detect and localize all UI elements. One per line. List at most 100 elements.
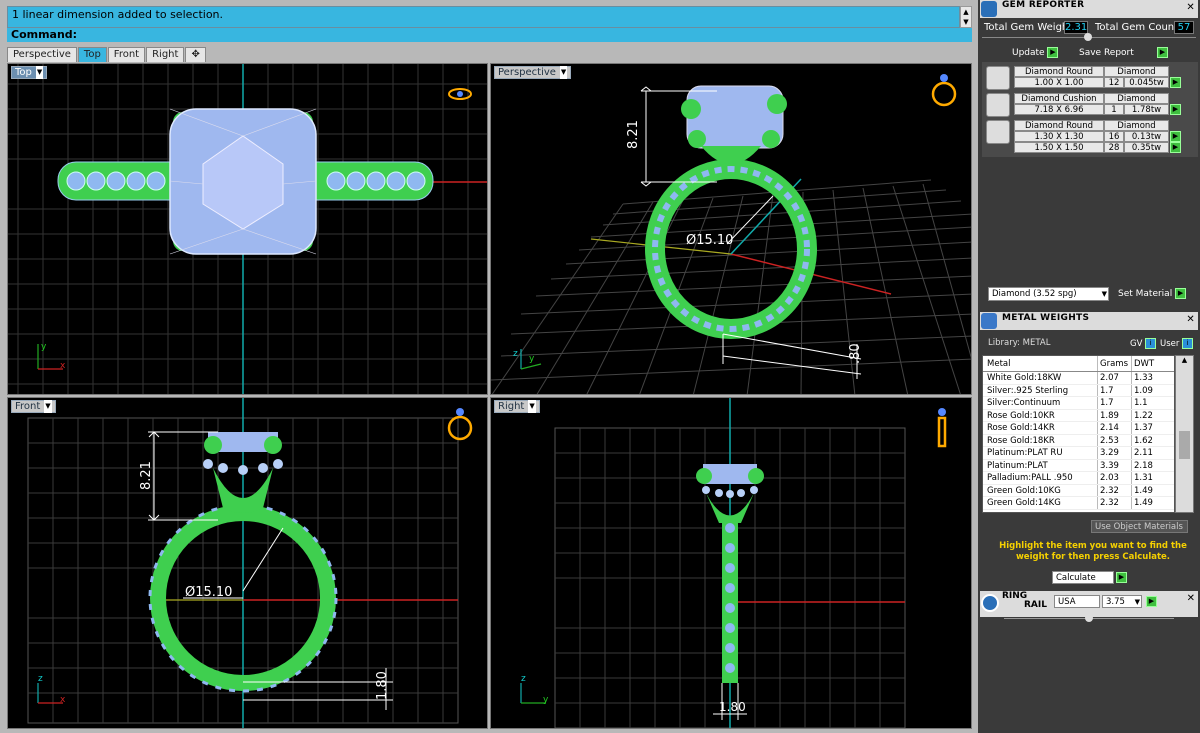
tab-right[interactable]: Right xyxy=(146,47,185,62)
gem-size[interactable]: 7.18 X 6.96 xyxy=(1014,104,1104,115)
close-icon[interactable]: ✕ xyxy=(1186,2,1195,13)
gem-cushion-thumb-icon[interactable] xyxy=(986,93,1010,117)
tab-top[interactable]: Top xyxy=(77,47,107,62)
chevron-down-icon[interactable]: ▼ xyxy=(559,66,568,79)
metal-table-scrollbar[interactable]: ▲ xyxy=(1175,355,1194,513)
slider-knob[interactable] xyxy=(1084,33,1092,41)
update-button[interactable]: Update ▶ xyxy=(1012,47,1059,60)
gem-size[interactable]: 1.00 X 1.00 xyxy=(1014,77,1104,88)
add-tab-icon[interactable]: ✥ xyxy=(185,47,206,62)
gem-round-thumb-icon[interactable] xyxy=(986,66,1010,90)
chevron-down-icon[interactable]: ▼ xyxy=(1102,288,1107,300)
viewport-top[interactable]: y x Top ▼ xyxy=(7,63,488,395)
select-arrow-icon[interactable]: ▶ xyxy=(1170,142,1181,153)
gem-count[interactable]: 12 xyxy=(1104,77,1124,88)
gv-toggle[interactable]: GV i xyxy=(1130,338,1157,349)
column-grams[interactable]: Grams xyxy=(1097,356,1131,371)
info-icon[interactable]: i xyxy=(1145,338,1157,349)
close-icon[interactable]: ✕ xyxy=(1187,593,1195,604)
table-row[interactable]: Rose Gold:18KR 2.53 1.62 xyxy=(983,434,1174,447)
table-row[interactable]: White Gold:18KW 2.07 1.33 xyxy=(983,372,1174,385)
viewport-right[interactable]: 1.80 z y Right ▼ xyxy=(490,397,972,729)
gem-round-thumb-icon[interactable] xyxy=(986,120,1010,144)
table-row[interactable]: Green Gold:14KG 2.32 1.49 xyxy=(983,497,1174,510)
gem-shape[interactable]: Diamond Cushion xyxy=(1014,93,1104,104)
table-row[interactable]: Silver:Continuum 1.7 1.1 xyxy=(983,397,1174,410)
gem-weight[interactable]: 0.13tw xyxy=(1124,131,1169,142)
play-icon[interactable]: ▶ xyxy=(1175,288,1187,299)
chevron-down-icon[interactable]: ▼ xyxy=(1135,596,1140,608)
command-line[interactable]: Command: xyxy=(7,28,972,42)
gem-icon xyxy=(981,1,997,17)
metal-name: Palladium:PALL .950 xyxy=(987,473,1073,483)
ring-size-select[interactable]: 3.75 ▼ xyxy=(1102,595,1142,608)
scroll-up-arrow-icon[interactable]: ▲ xyxy=(1176,356,1193,364)
use-object-materials-select[interactable]: Use Object Materials xyxy=(1091,520,1188,533)
gem-weight[interactable]: 0.045tw xyxy=(1124,77,1169,88)
scroll-thumb[interactable] xyxy=(1179,431,1190,459)
viewport-label-top[interactable]: Top ▼ xyxy=(11,66,48,79)
chevron-down-icon[interactable]: ▼ xyxy=(44,400,52,413)
material-select[interactable]: Diamond (3.52 spg) ▼ xyxy=(988,287,1109,301)
calculate-label: Calculate xyxy=(1056,573,1096,583)
table-row[interactable]: Rose Gold:10KR 1.89 1.22 xyxy=(983,409,1174,422)
select-arrow-icon[interactable]: ▶ xyxy=(1170,77,1181,88)
ring-rail-slider-knob[interactable] xyxy=(1085,614,1093,622)
gem-count[interactable]: 16 xyxy=(1104,131,1124,142)
history-scrollbar[interactable]: ▲ ▼ xyxy=(960,6,972,28)
metal-weights-table: Metal Grams DWT White Gold:18KW 2.07 1.33 … xyxy=(982,355,1175,513)
front-dim-band: 1.80 xyxy=(375,671,390,700)
close-icon[interactable]: ✕ xyxy=(1186,314,1195,325)
command-history[interactable]: 1 linear dimension added to selection. xyxy=(7,6,960,28)
chevron-down-icon[interactable]: ▼ xyxy=(528,400,536,413)
viewport-label-front[interactable]: Front ▼ xyxy=(11,400,56,413)
table-row[interactable]: Platinum:PLAT RU 3.29 2.11 xyxy=(983,447,1174,460)
gem-material[interactable]: Diamond xyxy=(1104,66,1169,77)
table-row[interactable]: Palladium:PALL .950 2.03 1.31 xyxy=(983,472,1174,485)
viewport-front[interactable]: 8.21 Ø15.10 1.80 z x Front ▼ xyxy=(7,397,488,729)
gem-size[interactable]: 1.50 X 1.50 xyxy=(1014,142,1104,153)
viewport-label-right[interactable]: Right ▼ xyxy=(494,400,540,413)
right-axis-z: z xyxy=(521,674,526,684)
user-toggle[interactable]: User i xyxy=(1160,338,1194,349)
play-icon[interactable]: ▶ xyxy=(1116,572,1127,583)
play-icon[interactable]: ▶ xyxy=(1157,47,1168,58)
save-report-go[interactable]: ▶ xyxy=(1157,47,1168,60)
gem-shape[interactable]: Diamond Round xyxy=(1014,66,1104,77)
table-row[interactable]: Rose Gold:14KR 2.14 1.37 xyxy=(983,422,1174,435)
metal-grams: 2.14 xyxy=(1097,422,1131,434)
scroll-down-arrow-icon[interactable]: ▼ xyxy=(961,17,971,27)
save-report-button[interactable]: Save Report xyxy=(1079,47,1134,60)
gem-material[interactable]: Diamond xyxy=(1104,93,1169,104)
gem-count[interactable]: 1 xyxy=(1104,104,1124,115)
chevron-down-icon[interactable]: ▼ xyxy=(35,66,44,79)
gem-material[interactable]: Diamond xyxy=(1104,120,1169,131)
table-row[interactable]: Silver:.925 Sterling 1.7 1.09 xyxy=(983,384,1174,397)
metal-dwt: 2.11 xyxy=(1131,447,1171,459)
tab-front[interactable]: Front xyxy=(107,47,146,62)
select-arrow-icon[interactable]: ▶ xyxy=(1170,131,1181,142)
perspective-view-canvas: 8.21 Ø15.10 .80 z y xyxy=(491,74,971,394)
gem-shape[interactable]: Diamond Round xyxy=(1014,120,1104,131)
viewport-perspective[interactable]: 8.21 Ø15.10 .80 z y Perspective ▼ xyxy=(490,63,972,395)
select-arrow-icon[interactable]: ▶ xyxy=(1170,104,1181,115)
metal-dwt: 1.33 xyxy=(1131,372,1171,384)
region-select[interactable]: USA xyxy=(1054,595,1100,608)
scroll-up-arrow-icon[interactable]: ▲ xyxy=(961,7,971,17)
calculate-button[interactable]: Calculate xyxy=(1052,571,1114,584)
column-dwt[interactable]: DWT xyxy=(1131,356,1171,371)
gem-weight[interactable]: 1.78tw xyxy=(1124,104,1169,115)
tab-perspective[interactable]: Perspective xyxy=(7,47,77,62)
play-icon[interactable]: ▶ xyxy=(1047,47,1059,58)
set-material-button[interactable]: Set Material ▶ xyxy=(1118,288,1187,301)
gem-size[interactable]: 1.30 X 1.30 xyxy=(1014,131,1104,142)
column-metal[interactable]: Metal xyxy=(983,356,1097,371)
info-icon[interactable]: i xyxy=(1182,338,1194,349)
gem-count[interactable]: 28 xyxy=(1104,142,1124,153)
play-icon[interactable]: ▶ xyxy=(1146,596,1157,607)
metal-grams: 2.32 xyxy=(1097,497,1131,509)
gem-weight[interactable]: 0.35tw xyxy=(1124,142,1169,153)
table-row[interactable]: Platinum:PLAT 3.39 2.18 xyxy=(983,459,1174,472)
viewport-label-perspective[interactable]: Perspective ▼ xyxy=(494,66,572,79)
table-row[interactable]: Green Gold:10KG 2.32 1.49 xyxy=(983,484,1174,497)
